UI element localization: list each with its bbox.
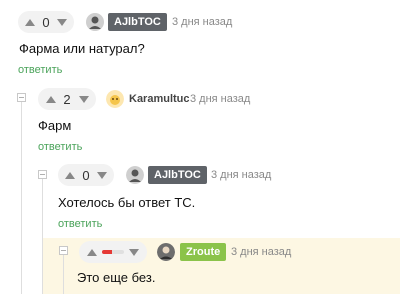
vote-control <box>79 241 147 263</box>
vote-control: 0 <box>58 164 114 186</box>
vote-control: 2 <box>38 88 96 110</box>
reply-link[interactable]: ответить <box>38 140 82 154</box>
avatar[interactable] <box>126 166 144 184</box>
comment-time[interactable]: 3 дня назад <box>231 243 291 261</box>
comment-time[interactable]: 3 дня назад <box>172 13 232 31</box>
username[interactable]: Karamultuc <box>129 90 190 108</box>
downvote-icon[interactable] <box>127 244 141 260</box>
thread-line <box>21 101 22 294</box>
reply-link[interactable]: ответить <box>18 63 62 77</box>
upvote-icon[interactable] <box>44 91 57 107</box>
downvote-icon[interactable] <box>56 14 68 30</box>
upvote-icon[interactable] <box>24 14 36 30</box>
username-badge[interactable]: AJlbTOC <box>148 166 207 184</box>
reply-link[interactable]: ответить <box>58 217 102 231</box>
vote-score: 2 <box>63 91 71 107</box>
comment-text: Это еще без. <box>77 270 156 285</box>
comment-text: Фарм <box>38 118 72 133</box>
upvote-icon[interactable] <box>64 167 76 183</box>
collapse-toggle[interactable] <box>59 246 68 255</box>
comment-text: Фарма или натурал? <box>19 41 145 56</box>
rating-bar-fill <box>102 250 112 254</box>
rating-bar <box>102 250 124 254</box>
comment-time[interactable]: 3 дня назад <box>190 90 250 108</box>
thread-line <box>42 177 43 294</box>
username-badge[interactable]: AJlbTOC <box>108 13 167 31</box>
vote-score: 0 <box>42 14 50 30</box>
avatar[interactable] <box>86 13 104 31</box>
upvote-icon[interactable] <box>85 244 99 260</box>
comment-text: Хотелось бы ответ ТС. <box>58 195 196 210</box>
collapse-toggle[interactable] <box>17 93 26 102</box>
downvote-icon[interactable] <box>96 167 108 183</box>
avatar[interactable] <box>157 243 175 261</box>
thread-line <box>63 253 64 294</box>
vote-control: 0 <box>18 11 74 33</box>
comment-time[interactable]: 3 дня назад <box>211 166 271 184</box>
avatar[interactable] <box>106 90 124 108</box>
vote-score: 0 <box>82 167 90 183</box>
username-badge[interactable]: Zroute <box>180 243 227 261</box>
downvote-icon[interactable] <box>77 91 90 107</box>
collapse-toggle[interactable] <box>38 170 47 179</box>
